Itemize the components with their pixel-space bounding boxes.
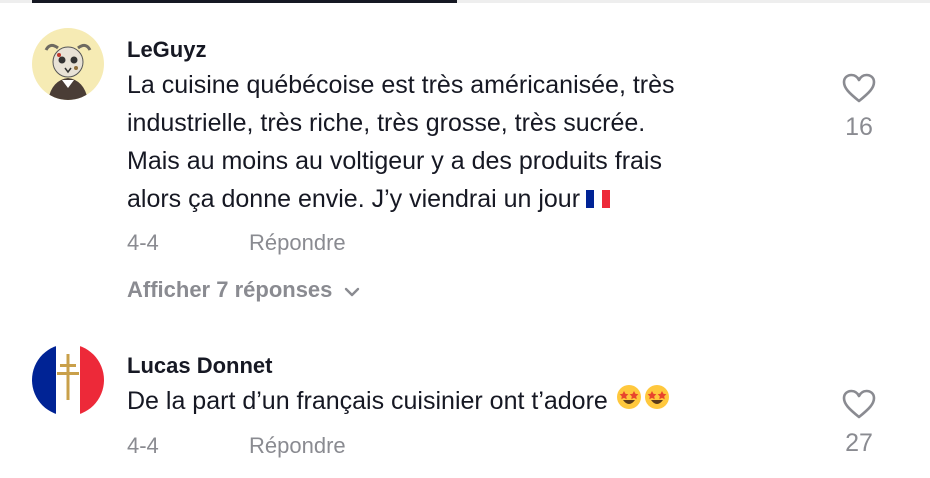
star-eyes-icon [616, 384, 669, 409]
france-flag-emoji [586, 181, 611, 219]
skull-cow-avatar [32, 28, 104, 100]
avatar[interactable] [32, 28, 104, 100]
like-control[interactable]: 27 [836, 388, 882, 458]
comment-text-line: Mais au moins au voltigeur y a des produ… [127, 147, 662, 175]
avatar[interactable] [32, 344, 104, 416]
like-control[interactable]: 16 [836, 72, 882, 142]
comment-date: 4-4 [127, 230, 159, 256]
heart-outline-icon[interactable] [841, 388, 877, 420]
star-struck-emoji [615, 383, 671, 422]
like-count: 16 [845, 113, 873, 141]
comment-meta: 4-4 Répondre [127, 430, 807, 462]
comment-text-line: La cuisine québécoise est très américani… [127, 71, 675, 99]
france-flag-icon [586, 190, 611, 209]
reply-button[interactable]: Répondre [249, 230, 346, 256]
chevron-down-icon [344, 277, 360, 303]
comment-meta: 4-4 Répondre [127, 227, 807, 259]
comment-text-line-last: De la part d’un français cuisinier ont t… [127, 382, 807, 422]
like-count: 27 [845, 429, 873, 457]
view-replies-button[interactable]: Afficher 7 réponses [127, 273, 807, 307]
cross-of-lorraine-flag-avatar [32, 344, 104, 416]
comment-date: 4-4 [127, 432, 159, 458]
comment-body: Lucas Donnet De la part d’un français cu… [127, 344, 807, 462]
comment-text-line: industrielle, très riche, très grosse, t… [127, 109, 646, 137]
comment-text-line: alors ça donne envie. J’y viendrai un jo… [127, 185, 581, 213]
comment-text: De la part d’un français cuisinier ont t… [127, 382, 807, 422]
comment-username[interactable]: Lucas Donnet [127, 352, 807, 380]
comment-username[interactable]: LeGuyz [127, 36, 807, 64]
heart-outline-icon[interactable] [841, 72, 877, 104]
comment-text-line: De la part d’un français cuisinier ont t… [127, 387, 608, 415]
comment-text-line-last: alors ça donne envie. J’y viendrai un jo… [127, 180, 807, 219]
view-replies-label: Afficher 7 réponses [127, 277, 333, 303]
comment-body: LeGuyz La cuisine québécoise est très am… [127, 28, 807, 307]
tab-underline-active [32, 0, 457, 3]
comment-text: La cuisine québécoise est très américani… [127, 66, 807, 219]
reply-button[interactable]: Répondre [249, 433, 346, 459]
